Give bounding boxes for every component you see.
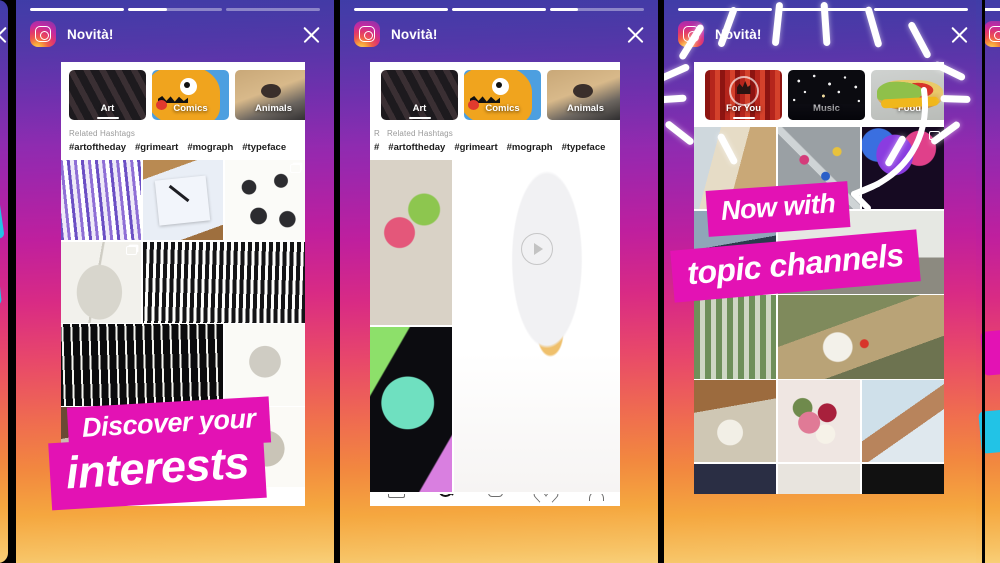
grid-cell[interactable] bbox=[861, 380, 944, 463]
hashtag-item[interactable]: #typeface bbox=[242, 142, 286, 153]
progress-segment bbox=[354, 8, 448, 11]
grid-cell-wide[interactable] bbox=[61, 324, 224, 406]
grid-cell[interactable] bbox=[224, 324, 305, 406]
progress-segment bbox=[678, 8, 772, 11]
topic-chip-row[interactable]: Art Comics Animals bbox=[61, 62, 305, 127]
related-hashtags-section: R Related Hashtags # #artoftheday #grime… bbox=[370, 127, 620, 160]
grid-cell-wide[interactable] bbox=[777, 295, 944, 379]
multi-photo-badge-icon bbox=[290, 164, 301, 173]
topic-chip-animals[interactable]: Animals bbox=[235, 70, 305, 120]
grid-cell[interactable] bbox=[61, 241, 142, 323]
progress-segment bbox=[550, 8, 644, 11]
progress-segment bbox=[226, 8, 320, 11]
panel-header: Novità! bbox=[354, 18, 646, 50]
panel-2[interactable]: Novità! Art Comics Animals R Related Has… bbox=[340, 0, 658, 563]
hashtag-list[interactable]: #artoftheday #grimeart #mograph #typefac… bbox=[69, 142, 297, 153]
topic-chip-for-you[interactable]: For You bbox=[705, 70, 782, 120]
grid-cell[interactable] bbox=[694, 295, 777, 379]
topic-chip-art[interactable]: Art bbox=[69, 70, 146, 120]
sticker-fragment-cyan bbox=[0, 198, 5, 242]
chip-label: Animals bbox=[567, 103, 604, 114]
topic-chip-comics[interactable]: Comics bbox=[464, 70, 541, 120]
chip-label: For You bbox=[705, 103, 782, 114]
panel-1[interactable]: Novità! Art Comics Animals Related Hasht… bbox=[16, 0, 334, 563]
grid-cell[interactable] bbox=[370, 326, 453, 493]
progress-segment bbox=[452, 8, 546, 11]
panel-header bbox=[984, 18, 1000, 50]
grid-cell-tall[interactable] bbox=[453, 160, 620, 493]
grid-cell[interactable] bbox=[142, 160, 224, 241]
instagram-logo-icon bbox=[984, 21, 1000, 47]
panel-title: Novità! bbox=[67, 26, 114, 42]
progress-segment bbox=[874, 8, 968, 11]
related-hashtags-label: R Related Hashtags bbox=[374, 129, 612, 138]
hashtag-prefix: # bbox=[374, 142, 380, 153]
hashtag-list[interactable]: # #artoftheday #grimeart #mograph #typef… bbox=[374, 142, 612, 153]
grid-cell[interactable] bbox=[370, 160, 453, 326]
hashtag-item[interactable]: #artoftheday bbox=[388, 142, 445, 153]
sparkle-ray bbox=[940, 94, 971, 104]
progress-segment bbox=[984, 8, 1000, 11]
sparkle-ray bbox=[664, 62, 691, 84]
grid-cell[interactable] bbox=[694, 380, 777, 463]
multi-photo-badge-icon bbox=[126, 245, 138, 255]
story-progress-bars bbox=[984, 8, 1000, 11]
hashtag-item[interactable]: #mograph bbox=[187, 142, 233, 153]
instagram-logo-icon bbox=[354, 21, 380, 47]
topic-chip-animals[interactable]: Animals bbox=[547, 70, 620, 120]
hashtag-item[interactable]: #mograph bbox=[507, 142, 553, 153]
hashtag-item[interactable]: #artoftheday bbox=[69, 142, 126, 153]
screenshot-stage: Novità! Art Comics Animals Related Hasht… bbox=[0, 0, 1000, 563]
sparkle-ray bbox=[664, 119, 696, 147]
related-hashtags-prefix: R bbox=[374, 129, 380, 138]
explore-photo-grid[interactable] bbox=[370, 160, 620, 494]
topic-chip-art[interactable]: Art bbox=[381, 70, 458, 120]
grid-cell[interactable] bbox=[861, 463, 944, 494]
comic-tongue-icon bbox=[468, 100, 479, 110]
panel-title: Novità! bbox=[391, 26, 438, 42]
close-icon[interactable] bbox=[949, 24, 970, 45]
instagram-logo-icon bbox=[30, 21, 56, 47]
grid-cell[interactable] bbox=[777, 380, 861, 463]
related-hashtags-section: Related Hashtags #artoftheday #grimeart … bbox=[61, 127, 305, 160]
topic-chip-comics[interactable]: Comics bbox=[152, 70, 229, 120]
panel-edge-right[interactable] bbox=[976, 0, 1000, 563]
explore-sheet: Art Comics Animals R Related Hashtags # … bbox=[370, 62, 620, 494]
progress-segment bbox=[30, 8, 124, 11]
grid-cell[interactable] bbox=[694, 463, 777, 494]
panel-3[interactable]: Novità! For You Music Food Now with topi… bbox=[664, 0, 982, 563]
grid-cell-wide[interactable] bbox=[142, 241, 305, 323]
play-icon[interactable] bbox=[520, 233, 553, 266]
story-progress-bars bbox=[30, 8, 320, 11]
chip-label: Art bbox=[381, 103, 458, 114]
comic-eye-icon bbox=[184, 82, 190, 88]
grid-cell[interactable] bbox=[61, 160, 142, 241]
related-hashtags-text: Related Hashtags bbox=[386, 129, 453, 138]
panel-edge-left[interactable] bbox=[0, 0, 8, 563]
close-icon[interactable] bbox=[0, 24, 8, 45]
caption-sticker-line-2: interests bbox=[48, 430, 267, 511]
panel-header: Novità! bbox=[30, 18, 322, 50]
comic-eye-icon bbox=[496, 82, 502, 88]
comic-tongue-icon bbox=[156, 100, 167, 110]
chip-label: Animals bbox=[255, 103, 292, 114]
hashtag-item[interactable]: #grimeart bbox=[454, 142, 497, 153]
grid-cell[interactable] bbox=[224, 160, 305, 241]
panel-divider bbox=[8, 0, 11, 563]
grid-cell[interactable] bbox=[777, 463, 861, 494]
related-hashtags-label: Related Hashtags bbox=[69, 129, 135, 138]
sparkle-ray bbox=[664, 94, 687, 104]
panel-divider bbox=[982, 0, 985, 563]
close-icon[interactable] bbox=[301, 24, 322, 45]
hashtag-item[interactable]: #typeface bbox=[562, 142, 606, 153]
story-progress-bars bbox=[354, 8, 644, 11]
panel-divider bbox=[658, 0, 661, 563]
close-icon[interactable] bbox=[625, 24, 646, 45]
progress-segment bbox=[128, 8, 222, 11]
hashtag-item[interactable]: #grimeart bbox=[135, 142, 178, 153]
topic-chip-row[interactable]: Art Comics Animals bbox=[370, 62, 620, 127]
chip-label: Art bbox=[69, 103, 146, 114]
panel-divider bbox=[334, 0, 337, 563]
sticker-fragment-cyan-2 bbox=[0, 266, 2, 308]
